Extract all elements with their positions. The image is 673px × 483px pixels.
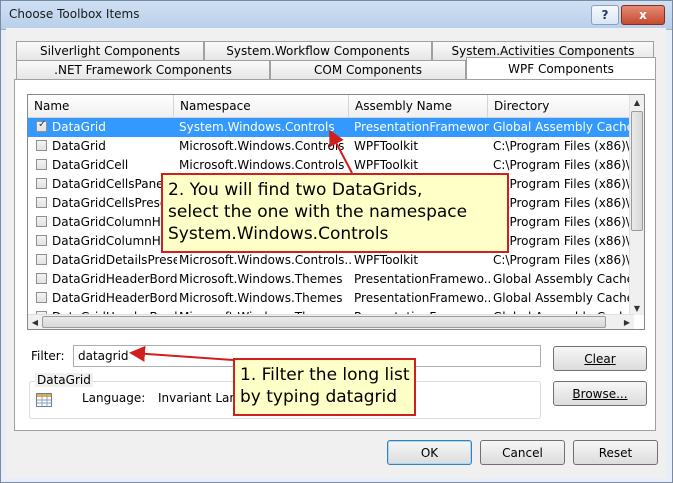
callout-arrows [129,129,353,362]
arrow-to-datagrid-row [329,129,353,174]
arrow-to-filter-input [129,345,234,362]
